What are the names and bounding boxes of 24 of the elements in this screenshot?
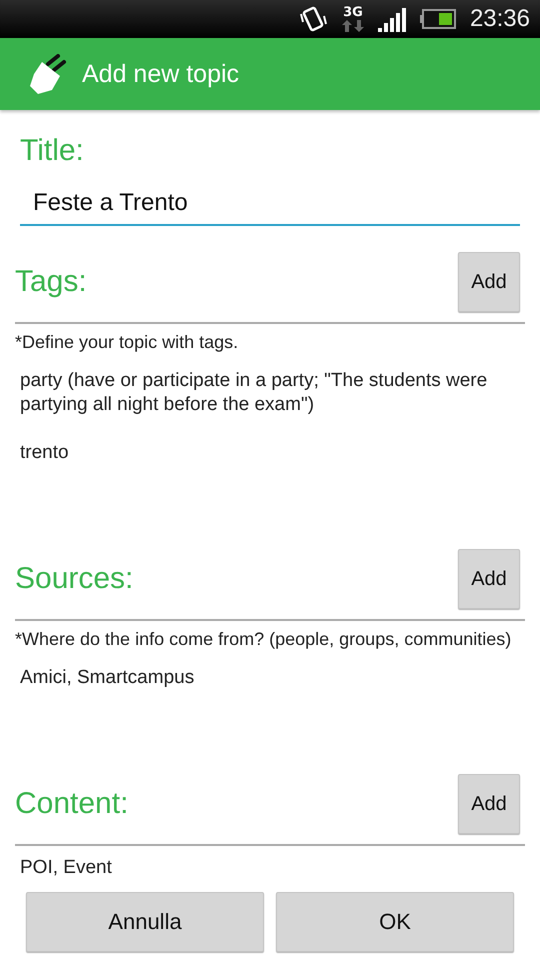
section-heading: Content: bbox=[15, 787, 128, 821]
add-button[interactable]: Add bbox=[458, 549, 520, 609]
add-button[interactable]: Add bbox=[458, 252, 520, 312]
add-button[interactable]: Add bbox=[458, 774, 520, 834]
hint-text: *Where do the info come from? (people, groups, communities) bbox=[15, 629, 512, 650]
title-input[interactable]: Feste a Trento bbox=[20, 182, 520, 226]
cancel-button[interactable]: Annulla bbox=[26, 892, 264, 952]
ok-button[interactable]: OK bbox=[276, 892, 514, 952]
hint-text: *Define your topic with tags. bbox=[15, 332, 238, 353]
plug-icon bbox=[28, 54, 68, 94]
data-arrows-icon bbox=[342, 20, 364, 32]
list-entry: trento bbox=[20, 441, 69, 465]
signal-icon bbox=[378, 6, 406, 32]
title-label: Title: bbox=[20, 134, 84, 168]
app-title: Add new topic bbox=[82, 60, 240, 88]
vibrate-icon bbox=[298, 6, 328, 32]
network-type: 3G bbox=[343, 6, 363, 20]
section-heading: Tags: bbox=[15, 265, 87, 299]
battery-icon bbox=[420, 9, 456, 29]
section-heading: Sources: bbox=[15, 562, 134, 596]
list-entry: party (have or participate in a party; "The students were partying all night before the exam") bbox=[20, 369, 488, 417]
list-entry: Amici, Smartcampus bbox=[20, 666, 194, 690]
clock: 23:36 bbox=[470, 5, 530, 33]
list-entry: POI, Event bbox=[20, 856, 112, 880]
